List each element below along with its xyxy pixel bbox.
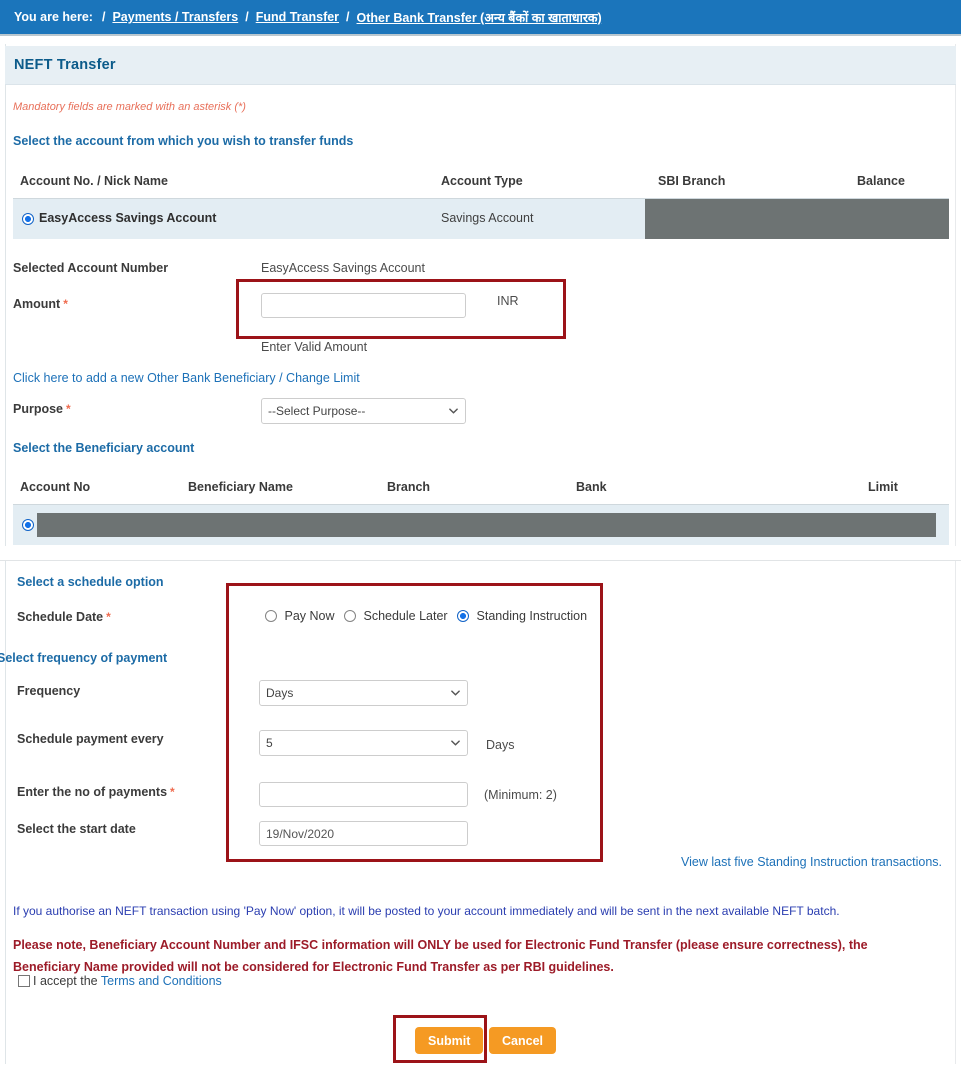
beneficiary-section-label: Select the Beneficiary account xyxy=(13,441,195,455)
table-row[interactable] xyxy=(13,505,949,545)
col-beneficiary-account-no: Account No xyxy=(20,480,91,494)
frequency-label: Frequency xyxy=(17,684,81,698)
breadcrumb-separator-2: / xyxy=(346,10,350,24)
schedule-option-group: Pay Now Schedule Later Standing Instruct… xyxy=(265,609,587,623)
col-beneficiary-bank: Bank xyxy=(576,480,607,494)
schedule-section-label: Select a schedule option xyxy=(17,575,164,589)
schedule-payment-every-select[interactable]: 5 xyxy=(259,730,468,756)
no-of-payments-required-asterisk: * xyxy=(170,785,175,799)
frequency-select-wrap: Days xyxy=(259,680,468,706)
submit-button[interactable]: Submit xyxy=(415,1027,484,1054)
source-account-radio[interactable] xyxy=(22,213,34,225)
no-of-payments-label-text: Enter the no of payments xyxy=(17,785,168,799)
col-account-type: Account Type xyxy=(441,174,523,188)
standing-instruction-radio[interactable] xyxy=(457,610,470,622)
amount-input[interactable] xyxy=(261,293,466,318)
schedule-option-standing-instruction[interactable]: Standing Instruction xyxy=(457,609,587,623)
page-title: NEFT Transfer xyxy=(14,57,116,73)
start-date-label: Select the start date xyxy=(17,822,136,836)
pay-now-label: Pay Now xyxy=(284,609,335,623)
screenshot-seam xyxy=(0,546,961,560)
accept-terms-checkbox[interactable] xyxy=(18,975,30,987)
col-beneficiary-name: Beneficiary Name xyxy=(188,480,293,494)
cell-account-nick-name: EasyAccess Savings Account xyxy=(39,211,217,225)
schedule-option-schedule-later[interactable]: Schedule Later xyxy=(344,609,451,623)
amount-label: Amount * xyxy=(13,297,68,311)
schedule-later-radio[interactable] xyxy=(344,610,356,622)
accept-terms-prefix: I accept the xyxy=(33,974,101,988)
cell-account-type: Savings Account xyxy=(441,211,534,225)
schedule-later-label: Schedule Later xyxy=(363,609,448,623)
amount-label-text: Amount xyxy=(13,297,61,311)
breadcrumb-prefix: You are here: xyxy=(14,10,93,24)
no-of-payments-input[interactable] xyxy=(259,782,468,807)
col-account-nick-name: Account No. / Nick Name xyxy=(20,174,168,188)
terms-and-conditions-link[interactable]: Terms and Conditions xyxy=(101,974,222,988)
breadcrumb-separator-1: / xyxy=(245,10,249,24)
mandatory-fields-note: Mandatory fields are marked with an aste… xyxy=(13,101,246,113)
purpose-select[interactable]: --Select Purpose-- xyxy=(261,398,466,424)
source-account-table-header: Account No. / Nick Name Account Type SBI… xyxy=(13,166,949,199)
start-date-input[interactable] xyxy=(259,821,468,846)
purpose-required-asterisk: * xyxy=(66,402,71,416)
schedule-payment-every-select-wrap: 5 xyxy=(259,730,468,756)
standing-instruction-label: Standing Instruction xyxy=(476,609,588,623)
rbi-notice: Please note, Beneficiary Account Number … xyxy=(13,908,943,978)
frequency-section-label: Select frequency of payment xyxy=(0,651,168,665)
schedule-payment-every-label: Schedule payment every xyxy=(17,732,164,746)
schedule-payment-every-suffix: Days xyxy=(486,738,515,752)
rbi-notice-line1: Please note, Beneficiary Account Number … xyxy=(13,938,868,952)
selected-account-label: Selected Account Number xyxy=(13,261,169,275)
col-beneficiary-branch: Branch xyxy=(387,480,431,494)
amount-hint: Enter Valid Amount xyxy=(261,340,368,354)
schedule-option-pay-now[interactable]: Pay Now xyxy=(265,609,338,623)
selected-account-value: EasyAccess Savings Account xyxy=(261,261,425,275)
no-of-payments-label: Enter the no of payments * xyxy=(17,785,175,799)
neft-transfer-page: You are here: / Payments / Transfers / F… xyxy=(0,0,961,1068)
table-row[interactable]: EasyAccess Savings Account Savings Accou… xyxy=(13,199,949,239)
purpose-label-text: Purpose xyxy=(13,402,64,416)
schedule-date-required-asterisk: * xyxy=(106,610,111,624)
screenshot-seam-line xyxy=(0,560,961,561)
col-beneficiary-limit: Limit xyxy=(868,480,898,494)
beneficiary-table: Account No Beneficiary Name Branch Bank … xyxy=(13,472,949,545)
purpose-label: Purpose * xyxy=(13,402,71,416)
col-sbi-branch: SBI Branch xyxy=(658,174,726,188)
page-header-band: NEFT Transfer xyxy=(5,46,956,85)
purpose-select-wrap: --Select Purpose-- xyxy=(261,398,466,424)
amount-required-asterisk: * xyxy=(63,297,68,311)
amount-currency: INR xyxy=(497,294,519,308)
source-account-section-label: Select the account from which you wish t… xyxy=(13,134,354,148)
cancel-button[interactable]: Cancel xyxy=(489,1027,556,1054)
pay-now-radio[interactable] xyxy=(265,610,277,622)
redacted-beneficiary-details xyxy=(37,513,936,537)
col-balance: Balance xyxy=(857,174,905,188)
breadcrumb-item-payments-transfers[interactable]: Payments / Transfers xyxy=(112,10,238,24)
breadcrumb-item-other-bank-transfer[interactable]: Other Bank Transfer (अन्य बैंकों का खाता… xyxy=(357,9,602,26)
schedule-date-label: Schedule Date * xyxy=(17,610,111,624)
schedule-date-label-text: Schedule Date xyxy=(17,610,104,624)
redacted-branch-balance xyxy=(645,199,949,239)
source-account-table: Account No. / Nick Name Account Type SBI… xyxy=(13,166,949,239)
breadcrumb: You are here: / Payments / Transfers / F… xyxy=(0,0,961,36)
no-of-payments-hint: (Minimum: 2) xyxy=(484,788,557,802)
view-last-five-transactions-link[interactable]: View last five Standing Instruction tran… xyxy=(681,855,942,869)
breadcrumb-item-fund-transfer[interactable]: Fund Transfer xyxy=(256,10,339,24)
add-beneficiary-link[interactable]: Click here to add a new Other Bank Benef… xyxy=(13,371,360,385)
beneficiary-table-header: Account No Beneficiary Name Branch Bank … xyxy=(13,472,949,505)
accept-terms-label: I accept the Terms and Conditions xyxy=(33,974,222,988)
beneficiary-radio[interactable] xyxy=(22,519,34,531)
frequency-select[interactable]: Days xyxy=(259,680,468,706)
breadcrumb-separator-0: / xyxy=(101,10,106,24)
